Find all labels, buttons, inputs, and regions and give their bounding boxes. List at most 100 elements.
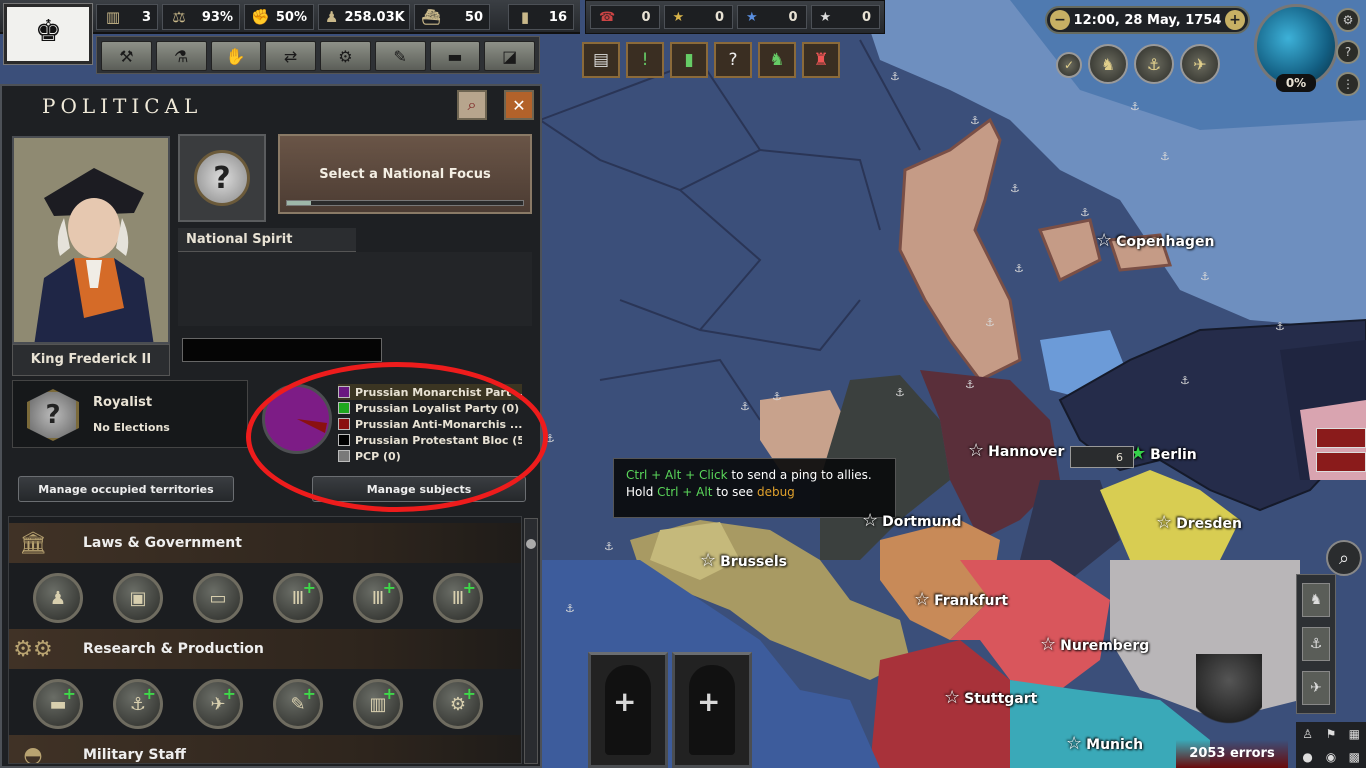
manage-occupied-button[interactable]: Manage occupied territories bbox=[18, 476, 234, 502]
city-stuttgart[interactable]: ☆ Stuttgart bbox=[944, 687, 1037, 708]
resource-factories[interactable]: ▥ 3 bbox=[96, 4, 158, 30]
navy-mode-button[interactable]: ⚓ bbox=[1302, 627, 1330, 661]
laws-government-header[interactable]: 🏛 Laws & Government bbox=[9, 523, 521, 563]
city-dortmund[interactable]: ☆ Dortmund bbox=[862, 510, 962, 531]
advisor-slot[interactable]: Ⅲ + bbox=[353, 573, 403, 623]
army-mode-button[interactable]: ♞ bbox=[1302, 583, 1330, 617]
national-spirit-header: National Spirit bbox=[178, 228, 356, 252]
section-title: Laws & Government bbox=[83, 535, 242, 551]
close-panel-button[interactable]: ✕ bbox=[504, 90, 534, 120]
person-icon[interactable]: ♙ bbox=[1302, 727, 1313, 741]
advisor-slot[interactable]: Ⅲ + bbox=[433, 573, 483, 623]
increase-speed-button[interactable]: + bbox=[1224, 10, 1245, 30]
city-berlin[interactable]: ★ Berlin bbox=[1130, 443, 1197, 464]
trade-law-slot[interactable]: ▣ bbox=[113, 573, 163, 623]
help-button[interactable]: ? bbox=[1336, 40, 1360, 64]
country-flag[interactable]: ♚ bbox=[3, 3, 93, 65]
unit-marker[interactable] bbox=[1316, 452, 1366, 472]
political-tab-button[interactable]: ⚒ bbox=[101, 41, 152, 71]
decrease-speed-button[interactable]: − bbox=[1050, 10, 1070, 30]
alert-supply[interactable]: ♜ bbox=[802, 42, 840, 78]
diplomacy-tab-button[interactable]: ✋ bbox=[210, 41, 262, 71]
decisions-tab-button[interactable]: ◪ bbox=[484, 41, 535, 71]
research-tab-button[interactable]: ⚗ bbox=[155, 41, 207, 71]
resource-navy[interactable]: ⛴ 50 bbox=[414, 4, 490, 30]
resource-war-support[interactable]: ✊ 50% bbox=[244, 4, 314, 30]
research-production-header[interactable]: ⚙⚙ Research & Production bbox=[9, 629, 521, 669]
map-mode-button[interactable]: ⌕ bbox=[457, 90, 487, 120]
plus-icon: + bbox=[302, 684, 316, 703]
settings-button[interactable]: ⚙ bbox=[1336, 8, 1360, 32]
city-frankfurt[interactable]: ☆ Frankfurt bbox=[914, 589, 1008, 610]
leader-image bbox=[14, 138, 168, 342]
army-overview-button[interactable]: ♞ bbox=[1088, 44, 1128, 84]
navy-overview-button[interactable]: ⚓ bbox=[1134, 44, 1174, 84]
search-button[interactable]: ⌕ bbox=[1326, 540, 1362, 576]
economy-law-slot[interactable]: ▭ bbox=[193, 573, 243, 623]
alert-production[interactable]: ▮ bbox=[670, 42, 708, 78]
stat-phone[interactable]: ☎ 0 bbox=[590, 5, 660, 29]
stat-white-star[interactable]: ★ 0 bbox=[810, 5, 880, 29]
blue-star-icon: ★ bbox=[746, 9, 758, 25]
map-icon[interactable]: ▦ bbox=[1349, 727, 1360, 741]
leader-portrait[interactable] bbox=[12, 136, 170, 344]
eye-icon[interactable]: ◉ bbox=[1326, 750, 1336, 764]
tank-designer-slot[interactable]: ▬ + bbox=[33, 679, 83, 729]
national-focus-icon[interactable]: ? bbox=[178, 134, 266, 222]
section-title: Research & Production bbox=[83, 641, 264, 657]
resource-industry[interactable]: ▮ 16 bbox=[508, 4, 574, 30]
city-hannover[interactable]: ☆ Hannover bbox=[968, 440, 1064, 461]
alert-focus-missing[interactable]: ? bbox=[714, 42, 752, 78]
resource-manpower[interactable]: ♟ 258.03K bbox=[318, 4, 410, 30]
military-staff-header[interactable]: ◓ Military Staff bbox=[9, 735, 521, 763]
logistics-tab-button[interactable]: ▬ bbox=[429, 41, 481, 71]
panel-scrollbar[interactable] bbox=[524, 518, 538, 764]
advisor-slot[interactable]: Ⅲ + bbox=[273, 573, 323, 623]
construction-tab-button[interactable]: ⚙ bbox=[320, 41, 371, 71]
theorist-slot[interactable]: ⚙ + bbox=[433, 679, 483, 729]
general-slot[interactable]: + bbox=[588, 652, 668, 768]
war-support-icon: ✊ bbox=[251, 8, 270, 26]
map-search-icon: ⌕ bbox=[467, 95, 477, 114]
flag-icon[interactable]: ⚑ bbox=[1326, 727, 1337, 741]
city-brussels[interactable]: ☆ Brussels bbox=[700, 550, 787, 571]
stat-blue-star[interactable]: ★ 0 bbox=[737, 5, 807, 29]
stat-gold-star[interactable]: ★ 0 bbox=[663, 5, 733, 29]
plus-icon: + bbox=[382, 578, 396, 597]
air-mode-button[interactable]: ✈ bbox=[1302, 671, 1330, 705]
ship-designer-slot[interactable]: ⚓ + bbox=[113, 679, 163, 729]
air-overview-button[interactable]: ✈ bbox=[1180, 44, 1220, 84]
trade-tab-button[interactable]: ⇄ bbox=[265, 41, 316, 71]
general-slot[interactable]: + bbox=[672, 652, 752, 768]
alert-research[interactable]: ! bbox=[626, 42, 664, 78]
conscription-law-slot[interactable]: ♟ bbox=[33, 573, 83, 623]
menu-button[interactable]: ⋮ bbox=[1336, 72, 1360, 96]
production-tab-button[interactable]: ✎ bbox=[374, 41, 426, 71]
army-unit-counter[interactable]: 6 bbox=[1070, 446, 1134, 468]
alert-army[interactable]: ♞ bbox=[758, 42, 796, 78]
alert-focus[interactable]: ▤ bbox=[582, 42, 620, 78]
city-nuremberg[interactable]: ☆ Nuremberg bbox=[1040, 634, 1149, 655]
city-label: Munich bbox=[1086, 737, 1144, 753]
city-munich[interactable]: ☆ Munich bbox=[1066, 733, 1143, 754]
dots-icon[interactable]: ● bbox=[1302, 750, 1312, 764]
city-dresden[interactable]: ☆ Dresden bbox=[1156, 512, 1242, 533]
city-copenhagen[interactable]: ☆ Copenhagen bbox=[1096, 230, 1214, 251]
edge-unit-markers bbox=[1316, 428, 1366, 472]
focus-progress-bar bbox=[286, 200, 524, 206]
unit-marker[interactable] bbox=[1316, 428, 1366, 448]
materiel-designer-slot[interactable]: ✎ + bbox=[273, 679, 323, 729]
error-counter[interactable]: 2053 errors bbox=[1176, 740, 1288, 768]
research-alert-icon: ! bbox=[641, 50, 649, 70]
ideology-question-icon[interactable]: ? bbox=[27, 389, 79, 441]
aircraft-designer-slot[interactable]: ✈ + bbox=[193, 679, 243, 729]
gears-icon: ⚙⚙ bbox=[13, 636, 53, 662]
side-knobs: ⚙ ? ⋮ bbox=[1336, 8, 1360, 96]
resource-stability[interactable]: ⚖ 93% bbox=[162, 4, 240, 30]
industrial-concern-slot[interactable]: ▥ + bbox=[353, 679, 403, 729]
grid-icon[interactable]: ▩ bbox=[1349, 750, 1360, 764]
tooltip-keys: Ctrl + Alt + Click bbox=[626, 468, 728, 482]
star-icon: ☆ bbox=[1040, 634, 1057, 655]
scroll-thumb[interactable] bbox=[526, 539, 536, 549]
check-button[interactable]: ✓ bbox=[1056, 52, 1082, 78]
